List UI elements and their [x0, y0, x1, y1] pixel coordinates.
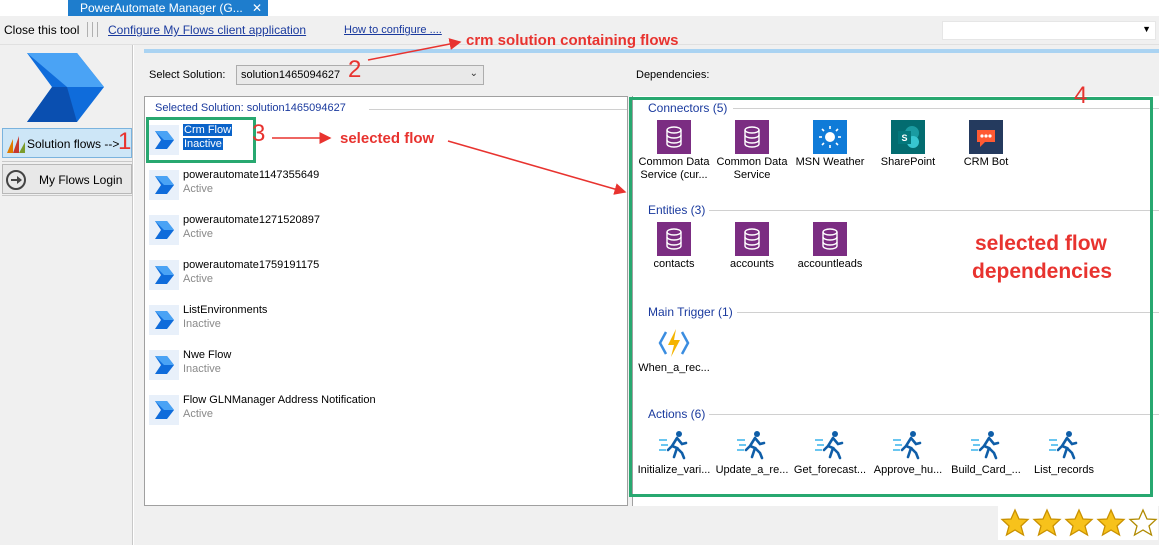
- left-navigation: Solution flows --> My Flows Login: [0, 45, 133, 545]
- star-filled-icon[interactable]: [1064, 508, 1094, 538]
- configure-client-link[interactable]: Configure My Flows client application: [108, 23, 306, 37]
- nav-divider: [2, 161, 132, 162]
- tab-title: PowerAutomate Manager (G...: [80, 1, 243, 15]
- flow-icon: [149, 215, 179, 245]
- login-arrow-icon: [6, 170, 26, 190]
- star-filled-icon[interactable]: [1032, 508, 1062, 538]
- chevron-down-icon: ⌄: [469, 68, 478, 79]
- toolbar-dropdown[interactable]: ▼: [942, 21, 1156, 40]
- annotation-number-3: 3: [252, 120, 266, 147]
- toolbar-separator: [87, 22, 88, 37]
- solution-flows-label: Solution flows -->: [27, 137, 120, 151]
- solution-flows-button[interactable]: Solution flows -->: [2, 128, 132, 158]
- flow-list-item[interactable]: powerautomate1759191175 Active: [147, 258, 447, 290]
- dynamics-icon: [7, 136, 25, 153]
- status-strip: [134, 508, 998, 545]
- flow-icon: [149, 305, 179, 335]
- annotation-crm-solution: crm solution containing flows: [466, 32, 679, 49]
- flow-name: powerautomate1271520897: [183, 214, 321, 226]
- flow-name: powerautomate1759191175: [183, 259, 320, 271]
- dependencies-highlight: [629, 97, 1153, 497]
- flow-list-item[interactable]: ListEnvironments Inactive: [147, 303, 447, 335]
- flow-name: powerautomate1147355649: [183, 169, 320, 181]
- flow-icon: [149, 350, 179, 380]
- header-accent-bar: [144, 49, 1159, 53]
- annotation-number-1: 1: [118, 128, 132, 155]
- flow-icon: [149, 260, 179, 290]
- annotation-deps-line1: selected flow: [975, 232, 1107, 255]
- nav-divider: [2, 195, 132, 196]
- flow-list-item[interactable]: Nwe Flow Inactive: [147, 348, 447, 380]
- tab-close-icon[interactable]: ✕: [252, 0, 262, 16]
- flow-status: Active: [183, 408, 213, 420]
- dependencies-label: Dependencies:: [636, 69, 710, 81]
- star-filled-icon[interactable]: [1000, 508, 1030, 538]
- toolbar-separator: [97, 22, 98, 37]
- flow-status: Active: [183, 273, 213, 285]
- group-divider: [369, 109, 627, 110]
- my-flows-login-label: My Flows Login: [39, 173, 123, 187]
- flow-status: Active: [183, 228, 213, 240]
- star-empty-icon[interactable]: [1128, 508, 1158, 538]
- select-solution-label: Select Solution:: [149, 69, 226, 81]
- flow-name: ListEnvironments: [183, 304, 268, 316]
- annotation-selected-flow: selected flow: [340, 130, 435, 147]
- flow-list-item[interactable]: Flow GLNManager Address Notification Acti…: [147, 393, 447, 425]
- tab-strip: PowerAutomate Manager (G... ✕: [0, 0, 1159, 16]
- my-flows-login-button[interactable]: My Flows Login: [2, 164, 132, 194]
- star-filled-icon[interactable]: [1096, 508, 1126, 538]
- solution-select-value: solution1465094627: [241, 69, 341, 81]
- selected-solution-header: Selected Solution: solution1465094627: [155, 102, 346, 114]
- close-tool-button[interactable]: Close this tool: [4, 23, 79, 37]
- flow-status: Inactive: [183, 363, 221, 375]
- annotation-deps-line2: dependencies: [972, 260, 1113, 283]
- how-to-configure-link[interactable]: How to configure ....: [344, 24, 442, 36]
- annotation-number-2: 2: [348, 56, 362, 83]
- flow-name: Flow GLNManager Address Notification: [183, 394, 376, 406]
- dropdown-arrow-icon: ▼: [1142, 24, 1151, 34]
- flow-list-item[interactable]: powerautomate1271520897 Active: [147, 213, 447, 245]
- flow-icon: [149, 395, 179, 425]
- selected-flow-highlight: [146, 117, 256, 163]
- flow-list-item[interactable]: powerautomate1147355649 Active: [147, 168, 447, 200]
- rating-stars[interactable]: [998, 506, 1158, 540]
- flow-icon: [149, 170, 179, 200]
- flow-status: Inactive: [183, 318, 221, 330]
- annotation-number-4: 4: [1074, 82, 1088, 109]
- flow-name: Nwe Flow: [183, 349, 232, 361]
- power-automate-logo-icon: [27, 53, 104, 122]
- flow-status: Active: [183, 183, 213, 195]
- tab-powerautomate-manager[interactable]: PowerAutomate Manager (G... ✕: [68, 0, 268, 16]
- toolbar-separator: [92, 22, 93, 37]
